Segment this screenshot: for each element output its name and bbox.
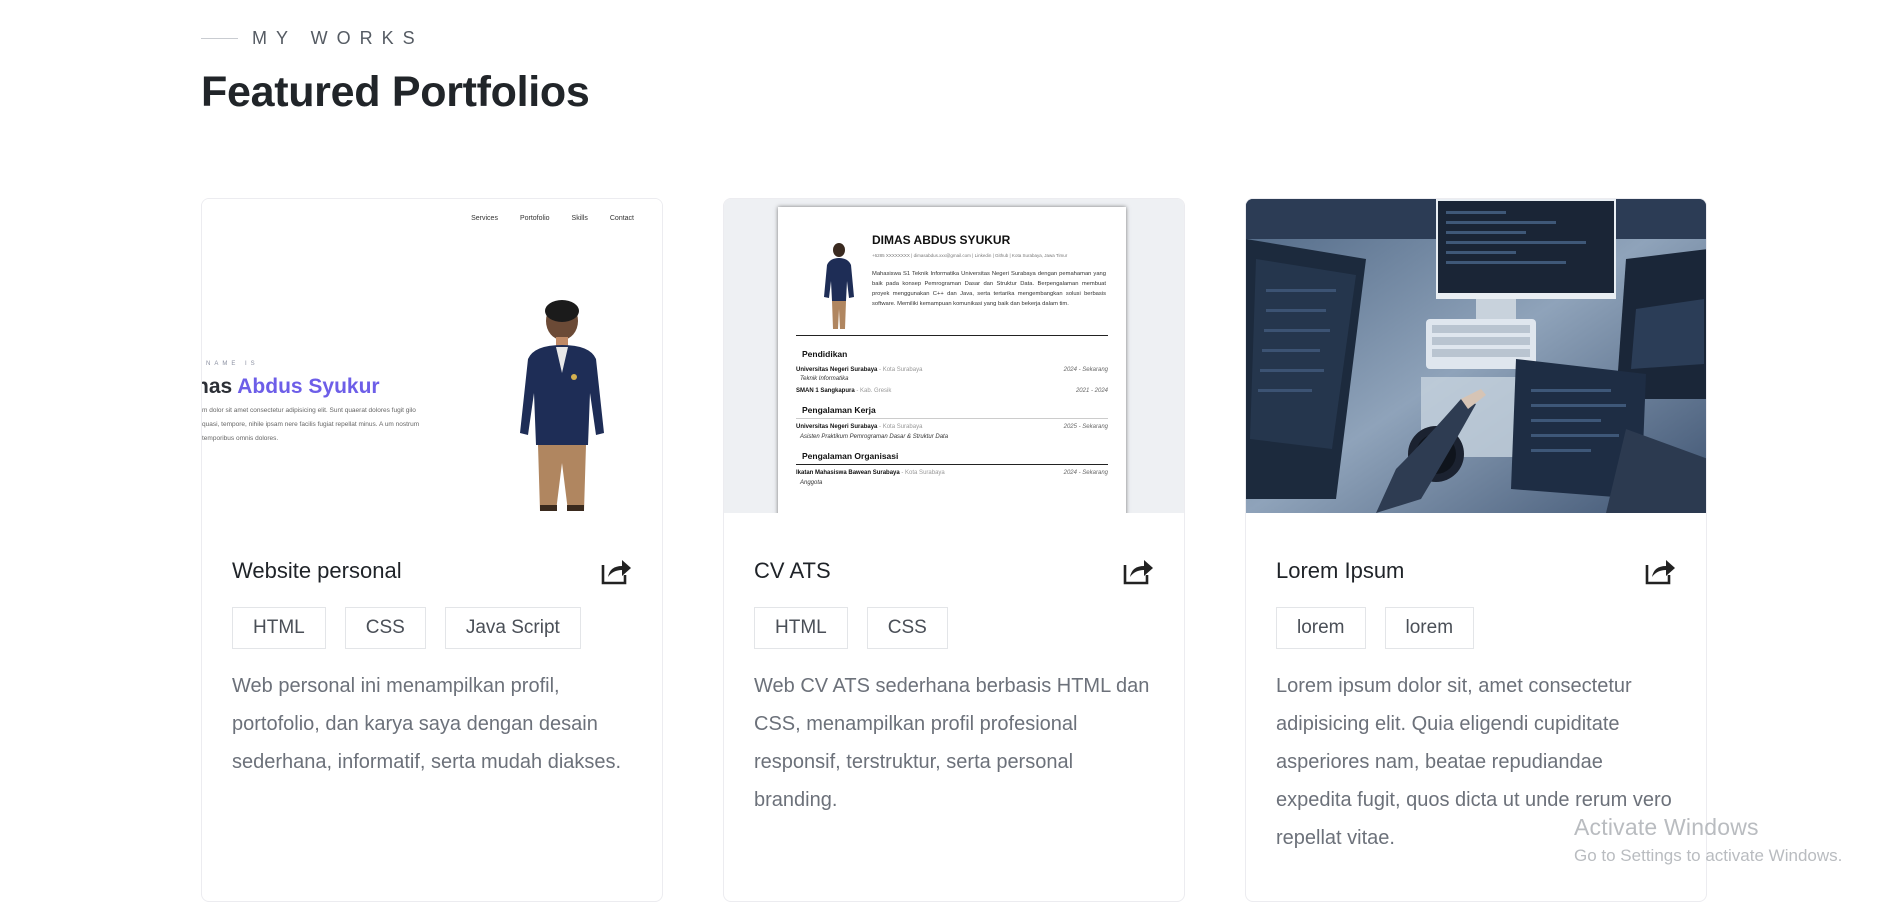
cv-divider xyxy=(796,335,1108,336)
cv-heading-education: Pendidikan xyxy=(802,349,848,359)
portfolio-card-lorem-ipsum[interactable]: Lorem Ipsum lorem lorem Lorem ipsum dolo… xyxy=(1245,198,1707,902)
cv-divider xyxy=(796,418,1108,419)
cv-row-subtitle: Teknik Informatika xyxy=(800,376,849,382)
cv-row-subtitle: Anggota xyxy=(800,480,823,486)
card-body: CV ATS HTML CSS Web CV ATS sederhana ber… xyxy=(724,513,1184,819)
cv-location: - Kota Surabaya xyxy=(877,424,923,430)
cv-contact: +6285 XXXXXXXX | dimasabdus.xxx@gmail.co… xyxy=(872,253,1068,258)
cv-row-subtitle: Asisten Praktikum Pemrograman Dasar & St… xyxy=(800,434,949,440)
card-thumbnail-workspace[interactable] xyxy=(1246,199,1706,513)
cv-heading-organization: Pengalaman Organisasi xyxy=(802,451,899,461)
cv-location: - Kota Surabaya xyxy=(899,470,945,476)
preview-nav-item: Contact xyxy=(609,215,634,222)
workspace-photo xyxy=(1246,199,1706,513)
tag-list: lorem lorem xyxy=(1276,607,1676,649)
tag: HTML xyxy=(232,607,326,649)
preview-name-highlight: Abdus Syukur xyxy=(237,375,380,398)
cv-document: DIMAS ABDUS SYUKUR +6285 XXXXXXXX | dima… xyxy=(778,207,1126,513)
cv-school: Ikatan Mahasiswa Bawean Surabaya xyxy=(796,470,900,476)
cv-name: DIMAS ABDUS SYUKUR xyxy=(872,233,1011,247)
tag: HTML xyxy=(754,607,848,649)
preview-name: nas Abdus Syukur xyxy=(202,375,380,399)
cv-education-row: Universitas Negeri Surabaya - Kota Surab… xyxy=(796,367,1108,373)
preview-nav-item: Portofolio xyxy=(519,215,550,222)
card-header: CV ATS xyxy=(754,557,1154,585)
windows-activation-watermark: Activate Windows Go to Settings to activ… xyxy=(1574,814,1842,866)
tag: lorem xyxy=(1276,607,1366,649)
eyebrow-divider xyxy=(201,37,238,39)
card-thumbnail-cv[interactable]: DIMAS ABDUS SYUKUR +6285 XXXXXXXX | dima… xyxy=(724,199,1184,513)
person-photo xyxy=(520,300,604,511)
card-header: Website personal xyxy=(232,557,632,585)
tag: CSS xyxy=(866,607,948,649)
tag: CSS xyxy=(344,607,426,649)
section-title: Featured Portfolios xyxy=(201,68,590,116)
card-description: Web CV ATS sederhana berbasis HTML dan C… xyxy=(754,675,1150,811)
tag: Java Script xyxy=(444,607,581,649)
cv-work-row: Universitas Negeri Surabaya - Kota Surab… xyxy=(796,424,1108,430)
preview-hello: NAME IS xyxy=(206,361,259,367)
card-title: Website personal xyxy=(232,558,402,583)
cv-summary: Mahasiswa S1 Teknik Informatika Universi… xyxy=(872,271,1106,307)
portfolio-card-cv-ats[interactable]: DIMAS ABDUS SYUKUR +6285 XXXXXXXX | dima… xyxy=(723,198,1185,902)
tag-list: HTML CSS xyxy=(754,607,1154,649)
cv-date: 2024 - Sekarang xyxy=(1063,470,1108,476)
cv-education-row: SMAN 1 Sangkapura - Kab. Gresik 2021 - 20… xyxy=(796,388,1108,394)
card-title: Lorem Ipsum xyxy=(1276,558,1405,583)
preview-name-plain: nas xyxy=(202,375,233,398)
cv-org-row: Ikatan Mahasiswa Bawean Surabaya - Kota … xyxy=(796,470,1108,476)
portfolio-card-website-personal[interactable]: Services Portofolio Skills Contact NAME … xyxy=(201,198,663,902)
share-external-icon[interactable] xyxy=(1122,557,1154,585)
preview-blurb: m dolor sit amet consectetur adipisicing… xyxy=(202,407,420,442)
share-external-icon[interactable] xyxy=(1644,557,1676,585)
cv-date: 2025 - Sekarang xyxy=(1063,424,1108,430)
cv-date: 2024 - Sekarang xyxy=(1063,367,1108,373)
portfolio-cards: Services Portofolio Skills Contact NAME … xyxy=(201,198,1707,902)
preview-nav: Services Portofolio Skills Contact xyxy=(471,215,634,222)
watermark-title: Activate Windows xyxy=(1574,814,1759,840)
cv-location: - Kota Surabaya xyxy=(877,367,923,373)
card-description: Web personal ini menampilkan profil, por… xyxy=(232,675,622,773)
cv-photo xyxy=(824,243,854,329)
card-thumbnail-website[interactable]: Services Portofolio Skills Contact NAME … xyxy=(202,199,662,513)
cv-divider xyxy=(796,464,1108,465)
portfolio-section: MY WORKS Featured Portfolios xyxy=(201,0,1711,116)
share-external-icon[interactable] xyxy=(600,557,632,585)
card-header: Lorem Ipsum xyxy=(1276,557,1676,585)
cv-location: - Kab. Gresik xyxy=(854,388,892,394)
cv-school: Universitas Negeri Surabaya xyxy=(796,367,878,373)
card-body: Website personal HTML CSS Java Script We… xyxy=(202,513,662,781)
cv-school: SMAN 1 Sangkapura xyxy=(796,388,855,394)
preview-nav-item: Skills xyxy=(571,215,588,222)
card-body: Lorem Ipsum lorem lorem Lorem ipsum dolo… xyxy=(1246,513,1706,857)
cv-heading-work: Pengalaman Kerja xyxy=(802,405,876,415)
preview-nav-item: Services xyxy=(471,215,498,222)
card-title: CV ATS xyxy=(754,558,831,583)
cv-school: Universitas Negeri Surabaya xyxy=(796,424,878,430)
watermark-subtitle: Go to Settings to activate Windows. xyxy=(1574,846,1843,865)
tag-list: HTML CSS Java Script xyxy=(232,607,632,649)
tag: lorem xyxy=(1384,607,1475,649)
eyebrow-label: MY WORKS xyxy=(252,27,424,48)
cv-date: 2021 - 2024 xyxy=(1075,388,1108,394)
section-eyebrow: MY WORKS xyxy=(201,0,1711,76)
